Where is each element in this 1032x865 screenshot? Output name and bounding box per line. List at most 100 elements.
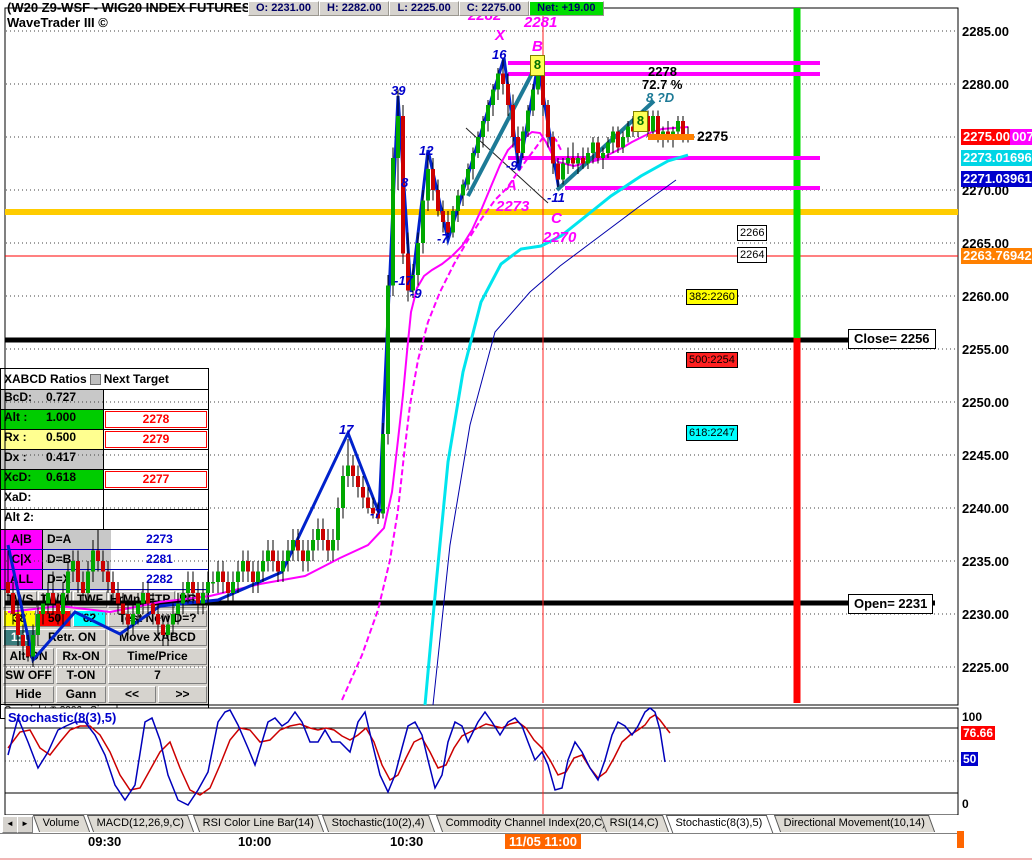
- panel-toolbar-row: TWSTWMTWFHrMnFTPBRL: [1, 590, 208, 609]
- wave-marker-badge: 8: [530, 55, 545, 76]
- tab-scroll-left-button[interactable]: ◄: [2, 816, 18, 833]
- price-level-label: 500:2254: [686, 352, 738, 368]
- price-tick: 2225.00: [962, 660, 1009, 675]
- stoch-tick: 100: [962, 710, 982, 724]
- chart-annotation: 2273: [496, 198, 529, 215]
- chart-annotation: 12: [419, 143, 433, 158]
- net-change-badge: Net: +19.00: [529, 1, 603, 16]
- xabcd-select-button[interactable]: ALL: [1, 570, 43, 589]
- study-tab[interactable]: Volume: [33, 815, 90, 832]
- target-cell: 2277: [104, 470, 208, 489]
- ratio-cell[interactable]: BcD:0.727: [1, 390, 104, 409]
- xabcd-select-button[interactable]: A|B: [1, 530, 43, 549]
- chart-annotation: X: [495, 27, 505, 44]
- ratio-cell[interactable]: Alt :1.000: [1, 410, 104, 429]
- ratio-row: XcD:0.618 2277: [1, 470, 208, 490]
- panel-checkbox[interactable]: [90, 374, 101, 385]
- ohlc-value: O: 2231.00: [248, 1, 319, 16]
- panel-button[interactable]: 38: [3, 610, 36, 627]
- ratio-cell[interactable]: Alt 2:: [1, 510, 104, 529]
- panel-button[interactable]: Gann: [56, 686, 106, 703]
- xabcd-ratios-panel: XABCD Ratios Next Target BcD:0.727 Alt :…: [0, 368, 209, 719]
- price-level-label: Open= 2231: [848, 594, 933, 614]
- time-label: 10:00: [238, 834, 271, 849]
- d-row: C|X D=B 2281: [1, 550, 208, 570]
- price-tick: 2245.00: [962, 448, 1009, 463]
- study-tab[interactable]: Stochastic(8(3),5): [666, 815, 773, 833]
- price-tick: 2260.00: [962, 289, 1009, 304]
- d-row: A|B D=A 2273: [1, 530, 208, 550]
- panel-button[interactable]: Time/Price: [108, 648, 207, 665]
- panel-button[interactable]: 7: [108, 667, 207, 684]
- study-tab[interactable]: Stochastic(10(2),4): [322, 815, 435, 832]
- ratio-row: Alt :1.000 2278: [1, 410, 208, 430]
- panel-button[interactable]: Rx-ON: [56, 648, 106, 665]
- d-value: 2281: [111, 550, 208, 569]
- wave-marker-badge: 8: [633, 111, 648, 132]
- xabcd-select-button[interactable]: C|X: [1, 550, 43, 569]
- ohlc-value: C: 2275.00: [459, 1, 529, 16]
- panel-button[interactable]: Retr. ON: [38, 629, 106, 646]
- panel-button[interactable]: 1:1: [3, 629, 36, 646]
- chart-annotation: -9: [506, 158, 518, 173]
- panel-button[interactable]: T-ON: [56, 667, 106, 684]
- stoch-tick: 0: [962, 797, 969, 811]
- ohlc-value: L: 2225.00: [389, 1, 458, 16]
- panel-button[interactable]: Test New D=?: [108, 610, 207, 627]
- panel-toolbar-row: 1:1Retr. ONMove XABCD: [1, 628, 208, 647]
- chart-annotation: 8 ?D: [646, 90, 674, 105]
- price-tick: 2230.00: [962, 607, 1009, 622]
- study-tab[interactable]: RSI(14,C): [600, 815, 669, 832]
- ohlc-value: H: 2282.00: [319, 1, 389, 16]
- d-label: D=X: [43, 570, 111, 589]
- chart-annotation: B: [532, 38, 543, 55]
- price-tick: 2280.00: [962, 77, 1009, 92]
- study-tab[interactable]: RSI Color Line Bar(14): [193, 815, 324, 832]
- panel-button[interactable]: SW OFF: [3, 667, 54, 684]
- price-highlight-label: 007: [1010, 129, 1032, 145]
- panel-button[interactable]: 50: [38, 610, 71, 627]
- d-label: D=A: [43, 530, 111, 549]
- price-highlight-label: 2271.03961: [961, 171, 1032, 187]
- panel-button[interactable]: Alt-ON: [3, 648, 54, 665]
- chart-annotation: 72.7 %: [642, 77, 682, 92]
- price-level-label: 2264: [737, 247, 767, 263]
- price-tick: 2235.00: [962, 554, 1009, 569]
- chart-annotation: 2278: [648, 64, 677, 79]
- ratio-row: XaD:: [1, 490, 208, 510]
- tab-scroll-right-button[interactable]: ►: [17, 816, 33, 833]
- panel-button[interactable]: TWS: [3, 591, 37, 608]
- panel-button[interactable]: FTP: [143, 591, 175, 608]
- chart-annotation: -7: [370, 506, 382, 521]
- study-tab[interactable]: Directional Movement(10,14): [774, 815, 935, 832]
- d-row: ALL D=X 2282: [1, 570, 208, 590]
- study-tab[interactable]: MACD(12,26,9,C): [87, 815, 195, 832]
- study-tab[interactable]: Commodity Channel Index(20,C): [436, 815, 616, 832]
- panel-button[interactable]: Hide: [3, 686, 54, 703]
- target-cell: 2279: [104, 430, 208, 449]
- target-cell: [104, 510, 208, 529]
- price-level-label: 2266: [737, 225, 767, 241]
- ratio-row: Rx :0.500 2279: [1, 430, 208, 450]
- price-level-label: Close= 2256: [848, 329, 936, 349]
- ratio-cell[interactable]: XcD:0.618: [1, 470, 104, 489]
- time-label: 09:30: [88, 834, 121, 849]
- d-value: 2282: [111, 570, 208, 589]
- ratio-row: Alt 2:: [1, 510, 208, 530]
- panel-button[interactable]: BRL: [176, 591, 207, 608]
- ratio-cell[interactable]: Rx :0.500: [1, 430, 104, 449]
- time-label: 10:30: [390, 834, 423, 849]
- chart-annotation: A: [506, 177, 517, 194]
- panel-button[interactable]: >>: [158, 686, 207, 703]
- panel-button[interactable]: TWF: [73, 591, 107, 608]
- panel-button[interactable]: HrMn: [108, 591, 142, 608]
- target-cell: [104, 490, 208, 509]
- panel-button[interactable]: 62: [73, 610, 106, 627]
- panel-button[interactable]: TWM: [38, 591, 72, 608]
- study-tab-bar: ◄ ► VolumeMACD(12,26,9,C)RSI Color Line …: [0, 815, 960, 834]
- panel-button[interactable]: Move XABCD: [108, 629, 207, 646]
- chart-annotation: C: [551, 210, 562, 227]
- panel-button[interactable]: <<: [108, 686, 156, 703]
- ratio-cell[interactable]: XaD:: [1, 490, 104, 509]
- ratio-cell[interactable]: Dx :0.417: [1, 450, 104, 469]
